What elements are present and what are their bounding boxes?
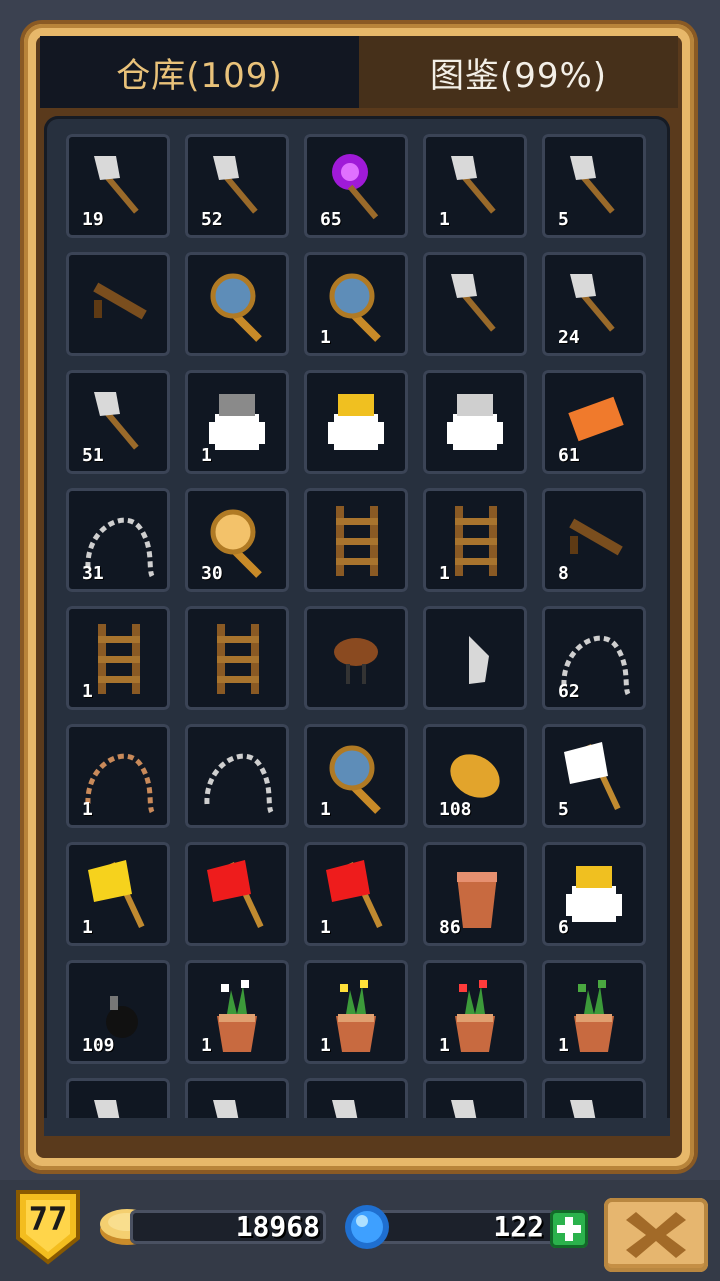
item-slot[interactable]	[185, 252, 289, 356]
item-count: 5	[558, 799, 569, 820]
item-count: 1	[439, 209, 450, 230]
item-slot[interactable]	[185, 606, 289, 710]
gem-amount: 122	[493, 1210, 544, 1243]
item-slot[interactable]	[185, 724, 289, 828]
item-count: 31	[82, 563, 104, 584]
item-slot[interactable]: 1	[423, 134, 527, 238]
item-slot[interactable]: 51	[66, 370, 170, 474]
item-count: 1	[82, 917, 93, 938]
stone-shard-icon	[469, 636, 489, 684]
item-slot[interactable]: 1	[423, 960, 527, 1064]
item-count: 1	[320, 917, 331, 938]
item-slot[interactable]: 65	[304, 134, 408, 238]
item-slot[interactable]: 1	[304, 960, 408, 1064]
item-slot[interactable]: 1	[66, 842, 170, 946]
blue-gem-icon	[345, 1205, 389, 1249]
iron-chain-icon	[204, 753, 274, 814]
item-slot[interactable]: 19	[66, 134, 170, 238]
item-slot[interactable]	[185, 842, 289, 946]
tab-warehouse[interactable]: 仓库(109)	[40, 36, 359, 108]
wooden-bench-icon	[93, 282, 147, 320]
item-slot[interactable]	[304, 488, 408, 592]
item-slot[interactable]	[304, 370, 408, 474]
item-slot[interactable]: 6	[542, 842, 646, 946]
cooking-pot-icon	[334, 638, 378, 684]
item-slot[interactable]	[423, 606, 527, 710]
item-slot[interactable]: 1	[304, 252, 408, 356]
item-count: 61	[558, 445, 580, 466]
gold-amount: 18968	[235, 1210, 320, 1243]
item-slot[interactable]: 1	[185, 960, 289, 1064]
item-slot[interactable]: 30	[185, 488, 289, 592]
item-count: 1	[82, 681, 93, 702]
item-count: 1	[439, 1035, 450, 1056]
item-slot[interactable]: 31	[66, 488, 170, 592]
item-slot[interactable]: 108	[423, 724, 527, 828]
item-count: 1	[320, 327, 331, 348]
ladder-short-icon	[336, 506, 378, 576]
item-count: 30	[201, 563, 223, 584]
item-slot[interactable]	[423, 370, 527, 474]
item-count: 1	[201, 1035, 212, 1056]
item-slot[interactable]: 1	[66, 724, 170, 828]
item-count: 1	[320, 799, 331, 820]
level-number: 77	[28, 1200, 68, 1238]
silver-crown-sack-icon	[447, 394, 503, 450]
item-slot[interactable]: 1	[304, 842, 408, 946]
red-flag-icon	[207, 860, 264, 928]
item-slot[interactable]: 5	[542, 724, 646, 828]
item-grid[interactable]: 19 52 65 1 5 1 24 51 1 61 31 30 1 8 1 62…	[44, 116, 670, 1136]
gold-crown-sack-icon	[328, 394, 384, 450]
item-slot[interactable]: 52	[185, 134, 289, 238]
item-slot[interactable]: 62	[542, 606, 646, 710]
grappling-hook-icon	[451, 274, 496, 332]
item-slot[interactable]	[423, 252, 527, 356]
item-slot[interactable]	[304, 606, 408, 710]
tab-bar: 仓库(109) 图鉴(99%)	[40, 36, 678, 108]
item-slot[interactable]: 8	[542, 488, 646, 592]
item-count: 65	[320, 209, 342, 230]
item-count: 86	[439, 917, 461, 938]
item-slot[interactable]: 109	[66, 960, 170, 1064]
small-magnifier-icon	[210, 273, 262, 342]
item-count: 1	[439, 563, 450, 584]
close-button[interactable]	[604, 1198, 708, 1272]
item-slot[interactable]: 1	[423, 488, 527, 592]
add-gems-button[interactable]	[550, 1210, 588, 1248]
item-count: 108	[439, 799, 472, 820]
close-icon	[626, 1212, 686, 1258]
item-count: 19	[82, 209, 104, 230]
item-count: 52	[201, 209, 223, 230]
plus-icon	[557, 1217, 581, 1241]
grid-bottom-edge	[44, 1118, 670, 1136]
item-count: 1	[320, 1035, 331, 1056]
item-slot[interactable]: 24	[542, 252, 646, 356]
item-count: 6	[558, 917, 569, 938]
item-slot[interactable]: 86	[423, 842, 527, 946]
item-count: 62	[558, 681, 580, 702]
item-slot[interactable]: 1	[66, 606, 170, 710]
item-count: 1	[82, 799, 93, 820]
item-slot[interactable]	[66, 252, 170, 356]
item-count: 1	[558, 1035, 569, 1056]
item-count: 109	[82, 1035, 115, 1056]
wooden-fence-icon	[217, 624, 259, 694]
item-count: 5	[558, 209, 569, 230]
tab-collection[interactable]: 图鉴(99%)	[359, 36, 678, 108]
item-slot[interactable]: 5	[542, 134, 646, 238]
item-slot[interactable]: 1	[185, 370, 289, 474]
item-slot[interactable]: 1	[304, 724, 408, 828]
item-slot[interactable]: 61	[542, 370, 646, 474]
item-count: 24	[558, 327, 580, 348]
item-count: 51	[82, 445, 104, 466]
item-count: 8	[558, 563, 569, 584]
item-count: 1	[201, 445, 212, 466]
item-slot[interactable]: 1	[542, 960, 646, 1064]
